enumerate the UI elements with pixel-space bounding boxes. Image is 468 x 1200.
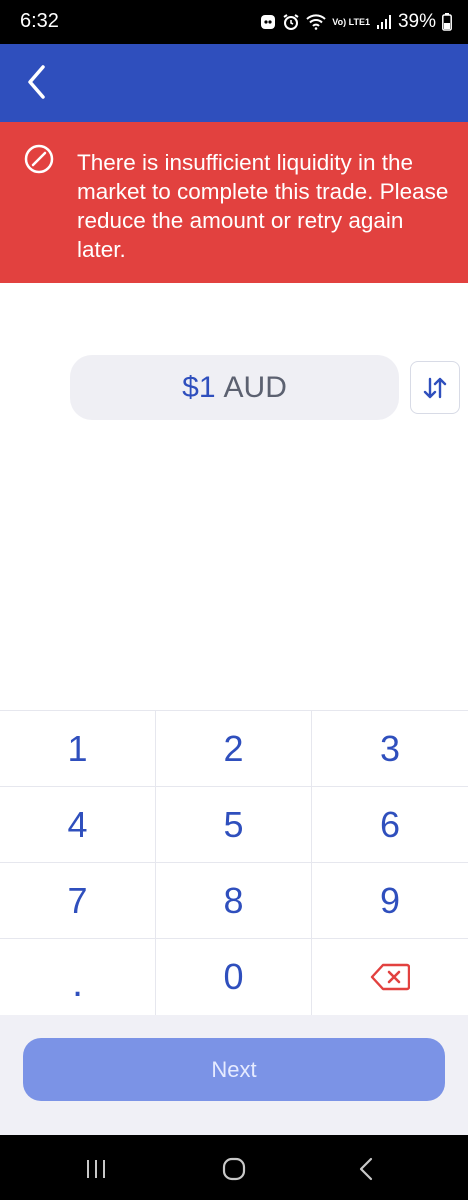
status-bar: 6:32 Vo) LTE1 39% xyxy=(0,0,468,44)
key-7[interactable]: 7 xyxy=(0,863,156,939)
alarm-icon xyxy=(282,13,300,31)
status-icons: Vo) LTE1 39% xyxy=(260,8,452,36)
screen: 6:32 Vo) LTE1 39% There is insufficient … xyxy=(0,0,468,1200)
notification-app-icon xyxy=(260,14,276,30)
key-1[interactable]: 1 xyxy=(0,711,156,787)
backspace-icon xyxy=(370,963,410,991)
key-6[interactable]: 6 xyxy=(312,787,468,863)
amount-currency: AUD xyxy=(223,370,287,404)
key-5[interactable]: 5 xyxy=(156,787,312,863)
key-8[interactable]: 8 xyxy=(156,863,312,939)
key-delete[interactable] xyxy=(312,939,468,1016)
system-back-button[interactable] xyxy=(346,1151,386,1187)
home-button[interactable] xyxy=(214,1151,254,1187)
back-button[interactable] xyxy=(14,60,58,104)
home-icon xyxy=(222,1157,246,1181)
battery-level: 39% xyxy=(397,11,436,32)
back-arrow-icon xyxy=(359,1157,373,1181)
battery-icon xyxy=(442,13,452,31)
block-icon xyxy=(24,144,54,174)
recent-apps-icon xyxy=(87,1160,105,1178)
number-keypad: 1 2 3 4 5 6 7 8 9 . 0 xyxy=(0,710,468,1016)
chevron-left-icon xyxy=(28,65,45,99)
wifi-icon xyxy=(306,14,326,30)
error-message: There is insufficient liquidity in the m… xyxy=(77,150,449,262)
key-4[interactable]: 4 xyxy=(0,787,156,863)
amount-value: $1 xyxy=(182,370,216,404)
swap-currency-button[interactable] xyxy=(410,361,460,414)
status-time: 6:32 xyxy=(20,10,59,32)
footer-area: Next xyxy=(0,1015,468,1135)
swap-arrows-icon xyxy=(423,377,447,398)
recent-apps-button[interactable] xyxy=(76,1151,116,1187)
key-2[interactable]: 2 xyxy=(156,711,312,787)
key-3[interactable]: 3 xyxy=(312,711,468,787)
key-decimal[interactable]: . xyxy=(0,939,156,1016)
next-button[interactable]: Next xyxy=(23,1038,445,1101)
key-9[interactable]: 9 xyxy=(312,863,468,939)
signal-icon xyxy=(376,14,392,30)
key-0[interactable]: 0 xyxy=(156,939,312,1016)
system-nav-bar xyxy=(0,1135,468,1200)
network-label: Vo) LTE1 xyxy=(332,16,370,27)
error-banner: There is insufficient liquidity in the m… xyxy=(0,122,468,283)
app-header xyxy=(0,44,468,122)
amount-display[interactable]: $1 AUD xyxy=(70,355,399,420)
